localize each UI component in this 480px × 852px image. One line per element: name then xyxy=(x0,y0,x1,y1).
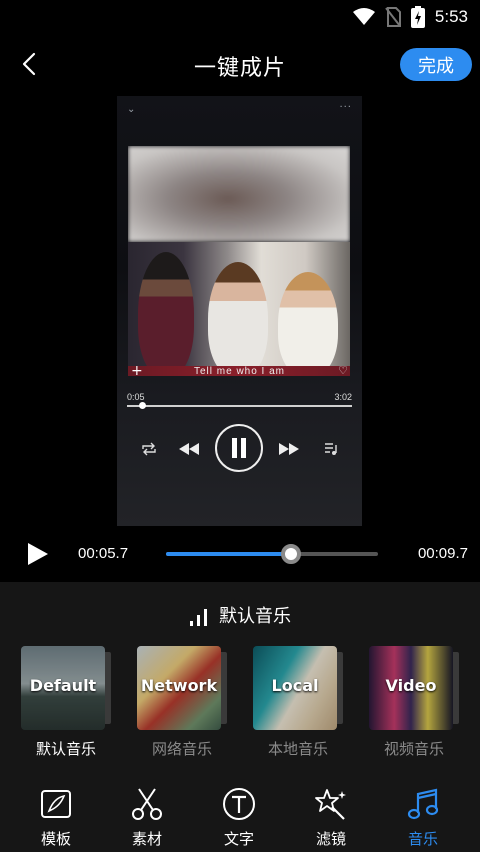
music-source-label: 网络音乐 xyxy=(151,740,212,758)
music-source-label: 视频音乐 xyxy=(383,740,444,758)
cover-photo xyxy=(128,146,350,376)
equalizer-icon xyxy=(190,609,207,626)
status-time: 5:53 xyxy=(434,7,468,26)
status-bar: 5:53 xyxy=(0,0,480,34)
local-thumbnail: Local xyxy=(253,646,337,730)
music-panel-title: 默认音乐 xyxy=(219,606,291,627)
bottom-tab-bar: 模板 素材 文字 滤镜 音乐 xyxy=(0,782,480,852)
repeat-icon xyxy=(137,424,161,474)
music-source-label: 本地音乐 xyxy=(267,740,328,758)
tab-filter[interactable]: 滤镜 xyxy=(291,782,371,848)
header: 一键成片 完成 xyxy=(0,40,480,90)
template-icon xyxy=(41,790,71,818)
scissors-icon xyxy=(132,788,162,820)
total-time: 00:09.7 xyxy=(417,545,468,562)
playback-slider[interactable] xyxy=(166,552,378,556)
song-title: Tell me who I am xyxy=(193,366,286,377)
network-thumbnail: Network xyxy=(137,646,221,730)
battery-charging-icon xyxy=(410,6,425,28)
music-source-network[interactable]: Network 网络音乐 xyxy=(137,646,227,758)
music-note-icon xyxy=(407,788,439,820)
tab-template[interactable]: 模板 xyxy=(16,782,96,848)
tab-label: 文字 xyxy=(223,830,254,848)
current-time: 00:05.7 xyxy=(78,545,129,562)
wifi-icon xyxy=(352,8,375,25)
playback-slider-knob[interactable] xyxy=(281,544,302,564)
preview-time-end: 3:02 xyxy=(334,392,352,402)
tab-label: 素材 xyxy=(131,830,162,848)
people-image xyxy=(128,242,350,376)
pause-icon xyxy=(215,424,263,472)
template-preview[interactable]: ⌄ ··· + Tell me who I am ♡ 0:05 3:02 xyxy=(117,96,362,526)
preview-progress-track xyxy=(127,405,352,407)
music-source-video[interactable]: Video 视频音乐 xyxy=(369,646,459,758)
music-source-label: 默认音乐 xyxy=(35,740,96,758)
tab-text[interactable]: 文字 xyxy=(199,782,279,848)
tab-label: 音乐 xyxy=(407,830,438,848)
more-icon: ··· xyxy=(339,102,352,113)
video-thumbnail: Video xyxy=(369,646,453,730)
playlist-icon xyxy=(319,424,343,474)
tab-music[interactable]: 音乐 xyxy=(383,782,463,848)
magic-wand-icon xyxy=(315,789,346,820)
collapse-icon: ⌄ xyxy=(127,104,136,115)
default-thumbnail: Default xyxy=(21,646,105,730)
preview-time-start: 0:05 xyxy=(127,392,145,402)
playback-bar: 00:05.7 00:09.7 xyxy=(0,534,480,574)
fast-forward-icon xyxy=(277,424,301,474)
music-source-list: Default 默认音乐 Network 网络音乐 Local 本地音乐 Vid… xyxy=(0,646,480,762)
heart-icon[interactable]: ♡ xyxy=(338,364,348,377)
rewind-icon xyxy=(177,424,201,474)
tab-label: 模板 xyxy=(40,830,71,848)
music-panel: 默认音乐 Default 默认音乐 Network 网络音乐 Local 本地音… xyxy=(0,582,480,852)
playback-slider-fill xyxy=(166,552,292,556)
music-source-local[interactable]: Local 本地音乐 xyxy=(253,646,343,758)
tab-material[interactable]: 素材 xyxy=(107,782,187,848)
play-icon[interactable] xyxy=(26,542,50,566)
preview-progress-knob xyxy=(139,402,146,409)
blurred-header-image xyxy=(128,146,350,242)
no-sim-icon xyxy=(385,7,401,27)
music-source-default[interactable]: Default 默认音乐 xyxy=(21,646,111,758)
done-button[interactable]: 完成 xyxy=(400,48,472,81)
tab-label: 滤镜 xyxy=(315,830,346,848)
text-icon xyxy=(223,788,255,820)
